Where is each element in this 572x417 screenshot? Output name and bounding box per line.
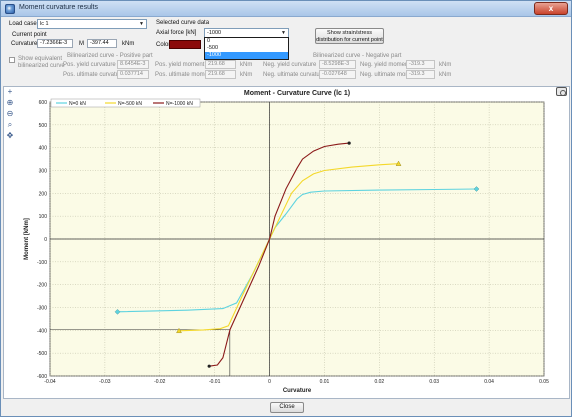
x-tick-label: -0.02 [154,379,166,385]
y-tick-label: 600 [39,100,48,106]
legend-entry: N=-1000 kN [166,101,193,107]
y-tick-label: 400 [39,146,48,152]
y-tick-label: 500 [39,123,48,129]
x-tick-label: 0.01 [320,379,330,385]
y-tick-label: -400 [37,328,47,334]
x-axis-label: Curvature [283,388,312,394]
chart-title: Moment - Curvature Curve (lc 1) [244,90,350,97]
moment-curvature-chart: Moment - Curvature Curve (lc 1)-0.04 -0.0… [24,90,549,394]
x-tick-label: -0.01 [209,379,221,385]
x-tick-label: 0.05 [539,379,549,385]
x-tick-label: -0.03 [99,379,111,385]
y-tick-label: -500 [37,351,47,357]
circle-marker [347,141,351,145]
y-axis-label: Moment [kNm] [24,218,30,260]
x-tick-label: 0 [268,379,271,385]
x-tick-label: 0.04 [484,379,494,385]
y-tick-label: 0 [44,237,47,243]
circle-marker [207,364,211,368]
y-tick-label: -200 [37,283,47,289]
moment-curvature-window: Moment curvature results x Load case lc … [0,0,572,417]
y-tick-label: 200 [39,191,48,197]
y-tick-label: -300 [37,306,47,312]
close-button[interactable]: Close [270,402,304,413]
y-tick-label: 300 [39,169,48,175]
x-tick-label: 0.02 [374,379,384,385]
y-tick-label: -100 [37,260,47,266]
y-tick-label: -600 [37,374,47,380]
legend-entry: N=0 kN [69,101,86,107]
legend-entry: N=-500 kN [118,101,142,107]
x-tick-label: 0.03 [429,379,439,385]
y-tick-label: 100 [39,214,48,220]
